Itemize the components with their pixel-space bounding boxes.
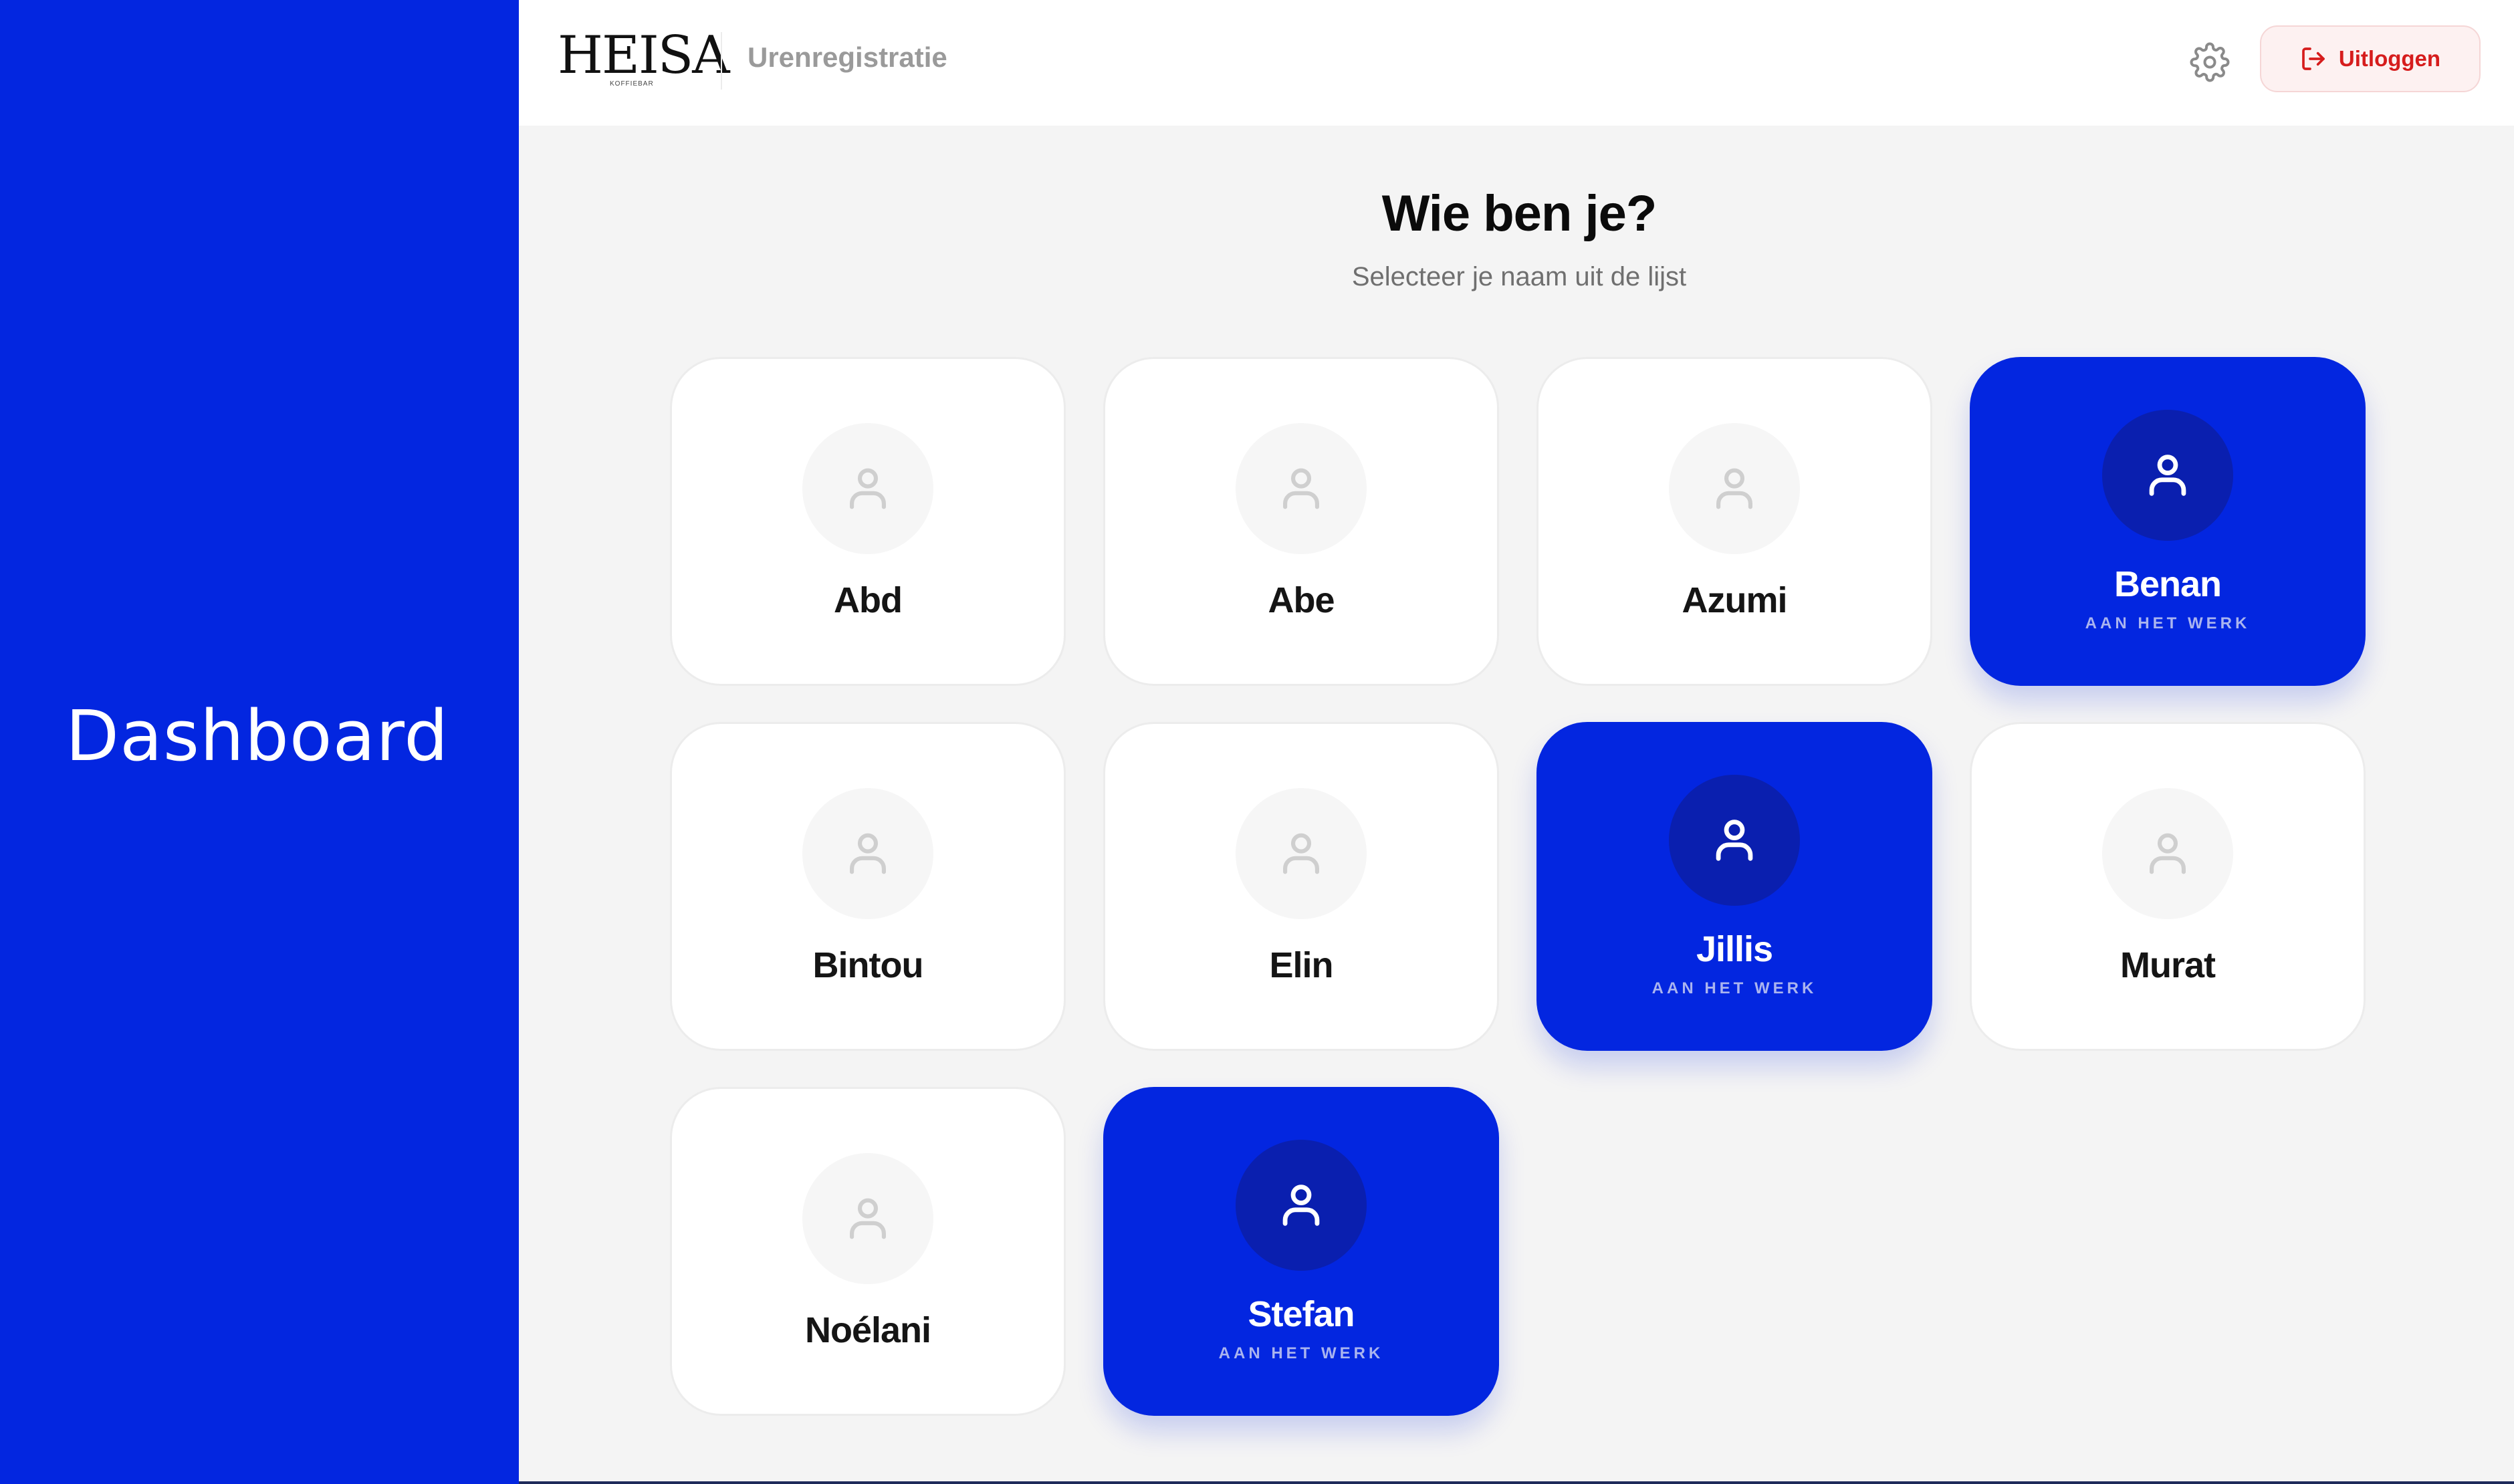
logo: HEISA KOFFIEBAR (558, 25, 730, 90)
gear-icon (2190, 42, 2230, 82)
employee-name: Murat (2120, 945, 2216, 985)
employee-name: Bintou (812, 945, 924, 985)
settings-button[interactable] (2181, 33, 2239, 91)
employee-card[interactable]: Abd (670, 357, 1066, 686)
user-icon (850, 468, 886, 509)
avatar (2102, 410, 2233, 541)
sidebar: Dashboard (0, 0, 519, 1484)
employee-card-active[interactable]: Jillis AAN HET WERK (1536, 722, 1932, 1051)
status-badge: AAN HET WERK (1218, 1344, 1384, 1362)
header-divider (721, 32, 722, 90)
user-icon (1716, 468, 1752, 509)
avatar (2102, 788, 2233, 919)
avatar (802, 1153, 933, 1284)
employee-card-active[interactable]: Stefan AAN HET WERK (1103, 1087, 1499, 1416)
avatar (1236, 423, 1367, 554)
employee-name: Noélani (804, 1310, 931, 1350)
employee-card[interactable]: Noélani (670, 1087, 1066, 1416)
employee-name: Benan (2113, 564, 2222, 604)
logout-icon (2302, 47, 2325, 70)
main-area: HEISA KOFFIEBAR Urenregistratie Uitlogge… (519, 0, 2514, 1484)
avatar (1236, 788, 1367, 919)
employee-name: Azumi (1682, 580, 1788, 620)
user-icon (2150, 833, 2186, 874)
user-icon (1282, 1185, 1320, 1226)
header: HEISA KOFFIEBAR Urenregistratie Uitlogge… (519, 0, 2514, 126)
logout-label: Uitloggen (2338, 46, 2441, 71)
avatar (1669, 423, 1800, 554)
page-title: Wie ben je? (1381, 185, 1658, 242)
employee-card[interactable]: Abe (1103, 357, 1499, 686)
avatar (802, 423, 933, 554)
status-badge: AAN HET WERK (1651, 979, 1817, 997)
employee-card-active[interactable]: Benan AAN HET WERK (1970, 357, 2366, 686)
user-icon (850, 1198, 886, 1239)
employee-name: Stefan (1248, 1294, 1355, 1334)
sidebar-title: Dashboard (66, 695, 449, 777)
avatar (802, 788, 933, 919)
logout-button[interactable]: Uitloggen (2260, 25, 2481, 92)
employee-card[interactable]: Murat (1970, 722, 2366, 1051)
employee-name: Elin (1269, 945, 1333, 985)
employee-card[interactable]: Azumi (1536, 357, 1932, 686)
avatar (1669, 775, 1800, 906)
user-icon (2149, 455, 2186, 496)
employee-name: Jillis (1696, 929, 1773, 969)
employee-card[interactable]: Elin (1103, 722, 1499, 1051)
status-badge: AAN HET WERK (2085, 614, 2251, 632)
bottom-edge (519, 1481, 2514, 1484)
employee-grid: Abd Abe Azumi Benan AAN HET WERK Bintou … (670, 357, 2366, 1416)
user-icon (1283, 833, 1319, 874)
employee-name: Abd (834, 580, 903, 620)
user-icon (850, 833, 886, 874)
user-icon (1716, 820, 1753, 861)
logo-text: HEISA (558, 25, 730, 86)
logo-subtext: KOFFIEBAR (610, 80, 654, 88)
avatar (1236, 1140, 1367, 1271)
employee-card[interactable]: Bintou (670, 722, 1066, 1051)
employee-name: Abe (1268, 580, 1335, 620)
user-icon (1283, 468, 1319, 509)
app-name: Urenregistratie (748, 41, 947, 73)
page-subtitle: Selecteer je naam uit de lijst (1351, 262, 1687, 291)
